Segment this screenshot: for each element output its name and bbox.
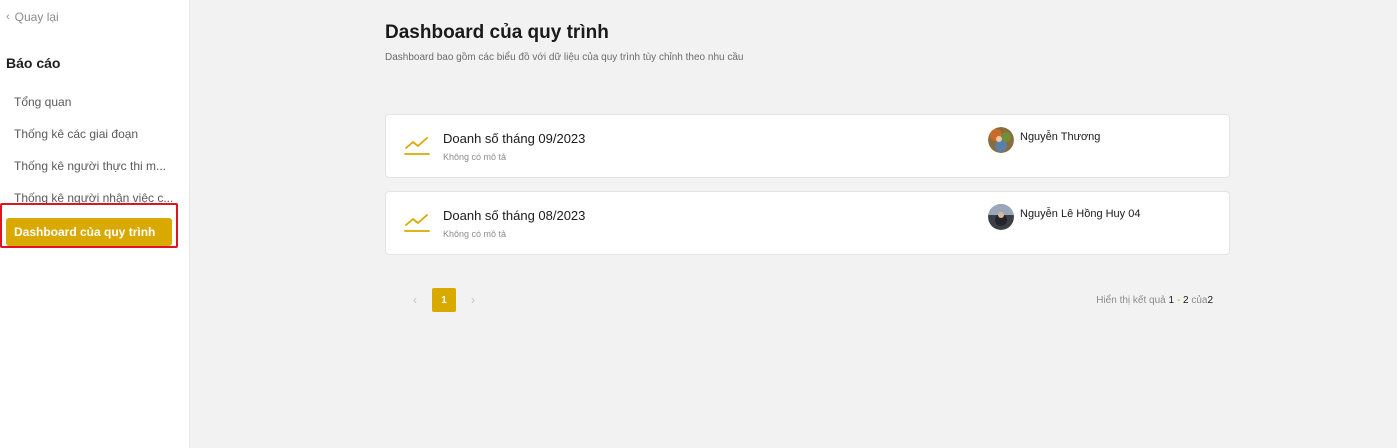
owner-name: Nguyễn Thương	[1020, 131, 1101, 143]
sidebar-item-stage-stats[interactable]: Thống kê các giai đoạn	[0, 120, 190, 152]
page-title: Dashboard của quy trình	[385, 22, 609, 43]
dashboard-name: Doanh số tháng 08/2023	[443, 208, 586, 223]
back-label: Quay lại	[14, 10, 59, 24]
results-total: 2	[1207, 295, 1213, 306]
line-chart-icon	[404, 137, 430, 155]
sidebar: ‹ Quay lại Báo cáo Tổng quan Thống kê cá…	[0, 0, 190, 448]
sidebar-nav: Tổng quan Thống kê các giai đoạn Thống k…	[0, 88, 190, 246]
page-button-current[interactable]: 1	[432, 288, 456, 312]
chevron-left-icon: ‹	[6, 10, 10, 23]
dashboard-description: Không có mô tả	[443, 229, 507, 239]
dashboard-name: Doanh số tháng 09/2023	[443, 131, 586, 146]
sidebar-item-overview[interactable]: Tổng quan	[0, 88, 190, 120]
owner: Nguyễn Lê Hồng Huy 04	[988, 204, 1140, 230]
sidebar-item-assignee-stats[interactable]: Thống kê người nhận việc c...	[0, 184, 190, 216]
sidebar-item-executor-stats[interactable]: Thống kê người thực thi m...	[0, 152, 190, 184]
line-chart-icon	[404, 214, 430, 232]
dashboard-card[interactable]: Doanh số tháng 08/2023 Không có mô tả Ng…	[385, 191, 1230, 255]
sidebar-item-process-dashboard[interactable]: Dashboard của quy trình	[6, 218, 172, 246]
results-from: 1	[1168, 295, 1175, 306]
avatar	[988, 204, 1014, 230]
section-title: Báo cáo	[6, 55, 61, 71]
owner: Nguyễn Thương	[988, 127, 1100, 153]
results-dash: -	[1176, 295, 1181, 306]
dashboard-description: Không có mô tả	[443, 152, 507, 162]
results-of: của	[1191, 295, 1208, 306]
results-to: 2	[1182, 295, 1189, 306]
results-prefix: Hiển thị kết quả	[1096, 295, 1166, 306]
owner-name: Nguyễn Lê Hồng Huy 04	[1020, 208, 1141, 220]
results-summary: Hiển thị kết quả 1 - 2 của2	[1096, 295, 1213, 306]
back-link[interactable]: ‹ Quay lại	[6, 10, 59, 24]
next-page-icon[interactable]: ›	[466, 293, 480, 307]
avatar	[988, 127, 1014, 153]
dashboard-card[interactable]: Doanh số tháng 09/2023 Không có mô tả Ng…	[385, 114, 1230, 178]
pagination: ‹ 1 ›	[408, 288, 480, 312]
page-subtitle: Dashboard bao gồm các biểu đồ với dữ liệ…	[385, 52, 744, 63]
prev-page-icon[interactable]: ‹	[408, 293, 422, 307]
app-root: ‹ Quay lại Báo cáo Tổng quan Thống kê cá…	[0, 0, 1397, 448]
